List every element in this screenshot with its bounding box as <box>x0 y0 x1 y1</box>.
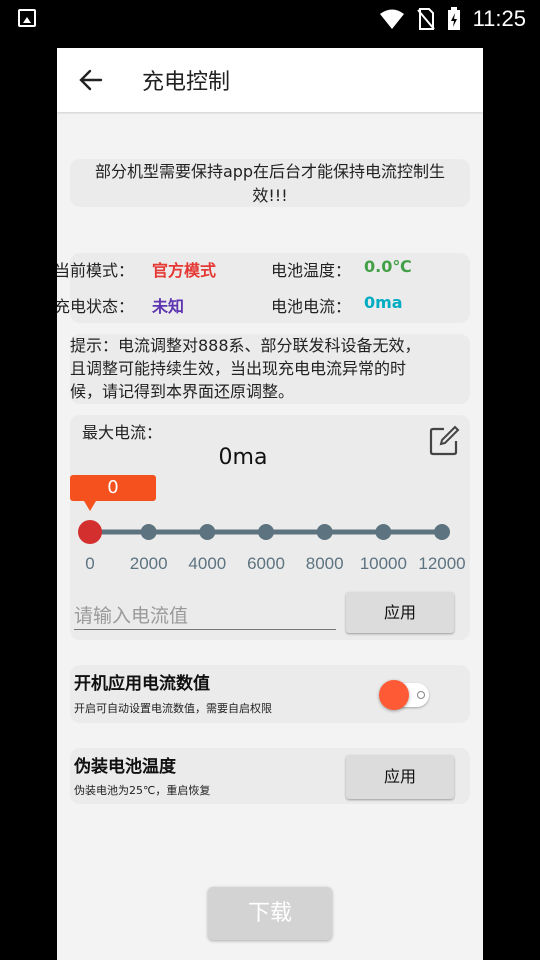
fake-temp-card: 伪装电池温度 伪装电池为25℃，重启恢复 应用 <box>70 748 470 804</box>
temp-label: 电池温度： <box>271 261 352 280</box>
image-icon <box>18 9 36 27</box>
slider-tick-dot[interactable] <box>434 524 450 540</box>
slider-bubble-text: 0 <box>107 477 119 498</box>
notice-line-2: 效!!! <box>252 186 288 205</box>
status-time: 11:25 <box>472 6 526 31</box>
current-input[interactable]: 请输入电流值 <box>74 597 336 630</box>
page-title: 充电控制 <box>142 70 231 95</box>
current-value: 0ma <box>364 293 403 312</box>
max-current-label: 最大电流： <box>82 423 163 442</box>
fake-temp-desc: 伪装电池为25℃，重启恢复 <box>74 784 211 797</box>
no-sim-icon <box>416 8 435 30</box>
mode-value: 官方模式 <box>152 261 217 280</box>
apply-current-button[interactable]: 应用 <box>346 592 454 633</box>
battery-charging-icon <box>447 7 460 30</box>
app-window: 充电控制 部分机型需要保持app在后台才能保持电流控制生 效!!! 当前模式： … <box>57 48 483 960</box>
info-card: 当前模式： 官方模式 电池温度： 0.0℃ 充电状态： 未知 电池电流： 0ma <box>57 253 470 323</box>
toggle-thumb <box>379 680 409 710</box>
tips-line-1: 提示：电流调整对888系、部分联发科设备无效， <box>70 336 421 355</box>
toggle-off-indicator <box>417 691 425 699</box>
download-button[interactable]: 下载 <box>208 887 332 940</box>
fake-temp-title: 伪装电池温度 <box>74 757 176 777</box>
boot-apply-title: 开机应用电流数值 <box>74 674 210 694</box>
slider-tick-dot[interactable] <box>316 524 333 540</box>
max-current-card: 最大电流： 0ma 0 0 2000 4000 6000 8000 10000 12000 … <box>70 415 470 640</box>
slider-tick-label: 2000 <box>130 554 168 573</box>
tips-line-3: 候，请记得到本界面还原调整。 <box>70 382 295 401</box>
boot-apply-card: 开机应用电流数值 开启可自动设置电流数值，需要自启权限 <box>70 665 470 723</box>
notice-card: 部分机型需要保持app在后台才能保持电流控制生 效!!! <box>70 159 470 207</box>
slider-tick-label: 8000 <box>306 554 344 573</box>
slider-value-bubble: 0 <box>70 475 156 511</box>
slider-tick-label: 4000 <box>188 554 226 573</box>
notice-line-1: 部分机型需要保持app在后台才能保持电流控制生 <box>94 162 446 181</box>
max-current-slider[interactable]: 0 2000 4000 6000 8000 10000 12000 <box>70 515 470 575</box>
slider-tick-dot[interactable] <box>199 524 216 540</box>
charge-value: 未知 <box>152 297 185 316</box>
bubble-pointer <box>84 501 96 511</box>
arrow-back-icon[interactable] <box>77 66 105 94</box>
tips-line-2: 且调整可能持续生效，当出现充电电流异常的时 <box>70 359 407 378</box>
edit-icon[interactable] <box>428 425 460 457</box>
slider-tick-label: 0 <box>85 554 94 573</box>
max-current-value: 0ma <box>218 445 268 470</box>
boot-apply-toggle[interactable] <box>379 680 431 710</box>
wifi-icon <box>379 9 404 29</box>
current-input-placeholder: 请输入电流值 <box>74 605 189 627</box>
temp-value: 0.0℃ <box>364 257 412 276</box>
slider-tick-dot[interactable] <box>375 524 392 540</box>
slider-thumb[interactable] <box>78 520 102 544</box>
current-label: 电池电流： <box>271 297 352 316</box>
status-icons: 11:25 <box>379 6 526 32</box>
slider-tick-dot[interactable] <box>258 524 274 540</box>
slider-tick-label: 6000 <box>247 554 285 573</box>
tips-card: 提示：电流调整对888系、部分联发科设备无效， 且调整可能持续生效，当出现充电电… <box>70 334 470 404</box>
status-bar: 11:25 <box>0 0 540 36</box>
boot-apply-desc: 开启可自动设置电流数值，需要自启权限 <box>74 702 272 715</box>
slider-tick-label: 10000 <box>360 554 407 573</box>
slider-tick-label: 12000 <box>418 554 465 573</box>
charge-label: 充电状态： <box>57 297 135 316</box>
mode-label: 当前模式： <box>57 261 135 280</box>
toolbar: 充电控制 <box>57 48 483 112</box>
fake-temp-apply-button[interactable]: 应用 <box>346 755 454 799</box>
slider-tick-dot[interactable] <box>140 524 157 540</box>
